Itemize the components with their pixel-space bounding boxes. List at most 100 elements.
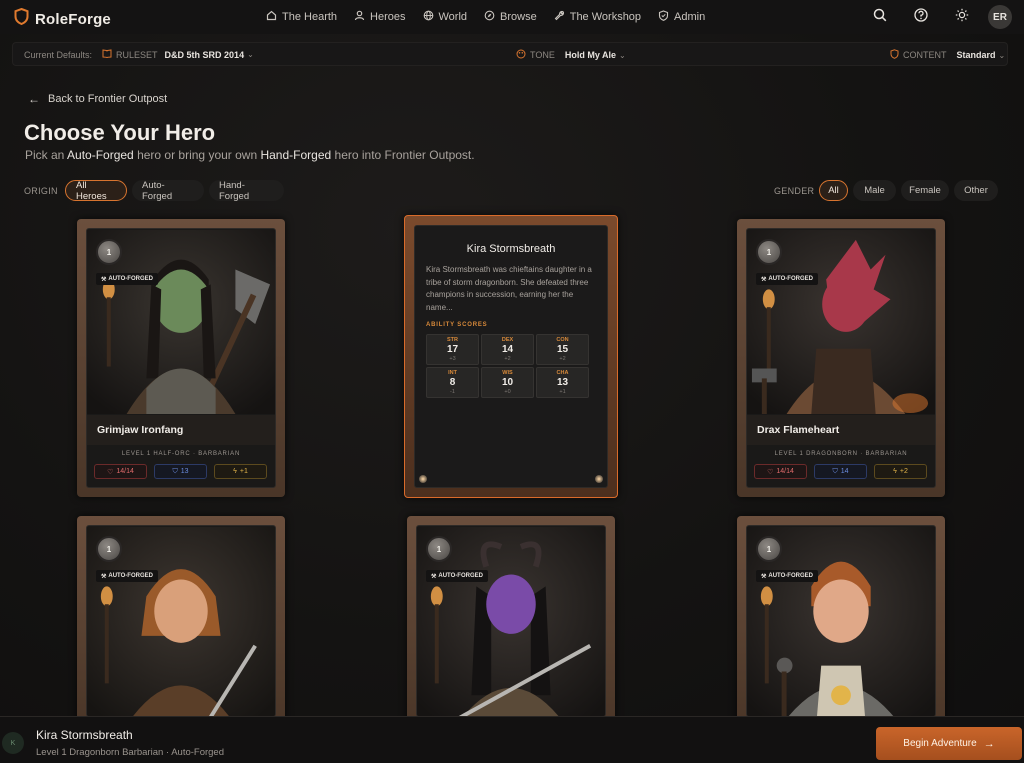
hero-card-inner: 1 ⚒ AUTO-FORGED Drax Flameheart LEVEL 1 D… <box>746 228 936 488</box>
wrench-icon <box>554 10 570 24</box>
hero-card[interactable]: 1 ⚒ AUTO-FORGED Grimjaw Ironfang LEVEL 1 … <box>77 219 285 497</box>
hero-card-selected[interactable]: Kira Stormsbreath Kira Stormsbreath was … <box>404 215 618 498</box>
selected-hero-avatar: K <box>2 732 24 754</box>
hero-card-back: Kira Stormsbreath Kira Stormsbreath was … <box>414 225 608 488</box>
origin-chip-all-heroes[interactable]: All Heroes <box>65 180 127 202</box>
begin-adventure-button[interactable]: Begin Adventure → <box>876 727 1022 760</box>
level-badge: 1 <box>756 239 782 265</box>
corner-glow <box>595 475 603 483</box>
gender-chip-all[interactable]: All <box>819 180 848 201</box>
origin-chip-auto-forged[interactable]: Auto-Forged <box>132 180 204 202</box>
origin-filter-label: ORIGIN <box>24 186 58 196</box>
hero-class-line: LEVEL 1 DRAGONBORN · BARBARIAN <box>774 451 908 457</box>
compass-icon <box>484 10 500 24</box>
gender-chip-female[interactable]: Female <box>901 180 949 201</box>
level-badge: 1 <box>96 239 122 265</box>
user-avatar[interactable]: ER <box>988 5 1012 29</box>
home-icon <box>266 10 282 24</box>
brand[interactable]: RoleForge <box>14 7 111 30</box>
defaults-label: Current Defaults: <box>24 49 93 60</box>
hero-stats: ♡ 14/14 ⛉ 13 ϟ +1 <box>94 464 267 479</box>
palette-icon <box>516 49 526 61</box>
ac-stat: ⛉ 13 <box>154 464 207 479</box>
nav-actions: ER <box>851 5 1012 29</box>
nav-item-admin[interactable]: Admin <box>658 10 705 24</box>
globe-icon <box>423 10 439 24</box>
nav-item-world[interactable]: World <box>423 10 467 24</box>
hero-class-line: LEVEL 1 HALF-ORC · BARBARIAN <box>121 451 241 457</box>
gender-chip-male[interactable]: Male <box>853 180 896 201</box>
page-subtitle: Pick an Auto-Forged hero or bring your o… <box>25 148 475 162</box>
ability-cha: CHA 13 +1 <box>536 367 589 398</box>
book-icon <box>102 49 112 60</box>
theme-toggle-button[interactable] <box>950 5 974 29</box>
hp-stat: ♡ 14/14 <box>754 464 807 479</box>
back-link[interactable]: ← Back to Frontier Outpost <box>28 92 167 106</box>
auto-forged-badge: ⚒ AUTO-FORGED <box>96 273 158 285</box>
heart-icon: ♡ <box>107 468 114 476</box>
gender-chip-other[interactable]: Other <box>954 180 998 201</box>
page-title: Choose Your Hero <box>24 120 216 145</box>
hammer-icon: ⚒ <box>431 573 437 580</box>
hero-name: Kira Stormsbreath <box>466 243 556 255</box>
shield-icon: ⛉ <box>832 467 838 475</box>
ability-scores-grid: STR 17 +3 DEX 14 +2 CON 15 +2 INT 8 -1 WIS 10 +0 C… <box>426 334 589 398</box>
hero-card[interactable]: 1 ⚒ AUTO-FORGED <box>407 516 615 726</box>
sun-icon <box>955 8 969 27</box>
hero-stats: ♡ 14/14 ⛉ 14 ϟ +2 <box>754 464 927 479</box>
hero-card[interactable]: 1 ⚒ AUTO-FORGED <box>737 516 945 726</box>
shield-icon: ⛉ <box>172 467 178 475</box>
hero-card[interactable]: 1 ⚒ AUTO-FORGED Drax Flameheart LEVEL 1 D… <box>737 219 945 497</box>
hero-card-inner: 1 ⚒ AUTO-FORGED <box>746 525 936 717</box>
selection-bar: K Kira Stormsbreath Level 1 Dragonborn B… <box>0 716 1024 763</box>
hp-stat: ♡ 14/14 <box>94 464 147 479</box>
selected-hero-subtitle: Level 1 Dragonborn Barbarian · Auto-Forg… <box>36 747 225 758</box>
nav-item-the-hearth[interactable]: The Hearth <box>266 10 337 24</box>
auto-forged-badge: ⚒ AUTO-FORGED <box>426 570 488 582</box>
nav-item-label: Admin <box>674 11 706 23</box>
hammer-icon: ⚒ <box>761 276 767 283</box>
origin-chip-hand-forged[interactable]: Hand-Forged <box>209 180 284 202</box>
hero-card[interactable]: 1 ⚒ AUTO-FORGED <box>77 516 285 726</box>
ability-scores-title: ABILITY SCORES <box>426 322 488 328</box>
auto-forged-badge: ⚒ AUTO-FORGED <box>756 570 818 582</box>
top-navigation: RoleForge The Hearth Heroes World Browse… <box>0 0 1024 34</box>
ability-dex: DEX 14 +2 <box>481 334 534 365</box>
level-badge: 1 <box>96 536 122 562</box>
brand-name: RoleForge <box>35 10 111 28</box>
defaults-content[interactable]: CONTENT Standard ⌄ <box>890 49 1005 61</box>
user-icon <box>354 10 370 24</box>
nav-item-the-workshop[interactable]: The Workshop <box>554 10 641 24</box>
nav-item-heroes[interactable]: Heroes <box>354 10 406 24</box>
arrow-right-icon: → <box>983 737 995 750</box>
ruleset-value: D&D 5th SRD 2014 <box>164 49 245 60</box>
level-badge: 1 <box>756 536 782 562</box>
nav-item-browse[interactable]: Browse <box>484 10 537 24</box>
defaults-tone[interactable]: TONE Hold My Ale ⌄ <box>516 49 626 61</box>
hammer-icon: ⚒ <box>101 573 107 580</box>
begin-adventure-label: Begin Adventure <box>903 738 977 749</box>
hero-card-inner: 1 ⚒ AUTO-FORGED <box>86 525 276 717</box>
hero-card-inner: 1 ⚒ AUTO-FORGED <box>416 525 606 717</box>
initiative-stat: ϟ +2 <box>874 464 927 479</box>
hero-name: Grimjaw Ironfang <box>87 415 275 445</box>
lightning-icon: ϟ <box>233 468 237 475</box>
corner-glow <box>419 475 427 483</box>
heart-icon: ♡ <box>767 468 774 476</box>
initiative-stat: ϟ +1 <box>214 464 267 479</box>
brand-shield-icon <box>14 7 29 30</box>
nav-links: The Hearth Heroes World Browse The Works… <box>266 10 722 24</box>
hammer-icon: ⚒ <box>101 276 107 283</box>
nav-item-label: Heroes <box>370 11 406 23</box>
help-button[interactable] <box>909 5 933 29</box>
defaults-ruleset[interactable]: Current Defaults: RULESET D&D 5th SRD 20… <box>24 49 254 60</box>
current-defaults-bar: Current Defaults: RULESET D&D 5th SRD 20… <box>12 42 1008 66</box>
nav-item-label: The Hearth <box>282 11 338 23</box>
tone-value: Hold My Ale <box>564 50 617 60</box>
shield-icon <box>658 10 674 24</box>
auto-forged-badge: ⚒ AUTO-FORGED <box>756 273 818 285</box>
shield-icon <box>890 49 899 61</box>
ability-con: CON 15 +2 <box>536 334 589 365</box>
tone-label: TONE <box>530 50 555 60</box>
search-button[interactable] <box>868 5 892 29</box>
